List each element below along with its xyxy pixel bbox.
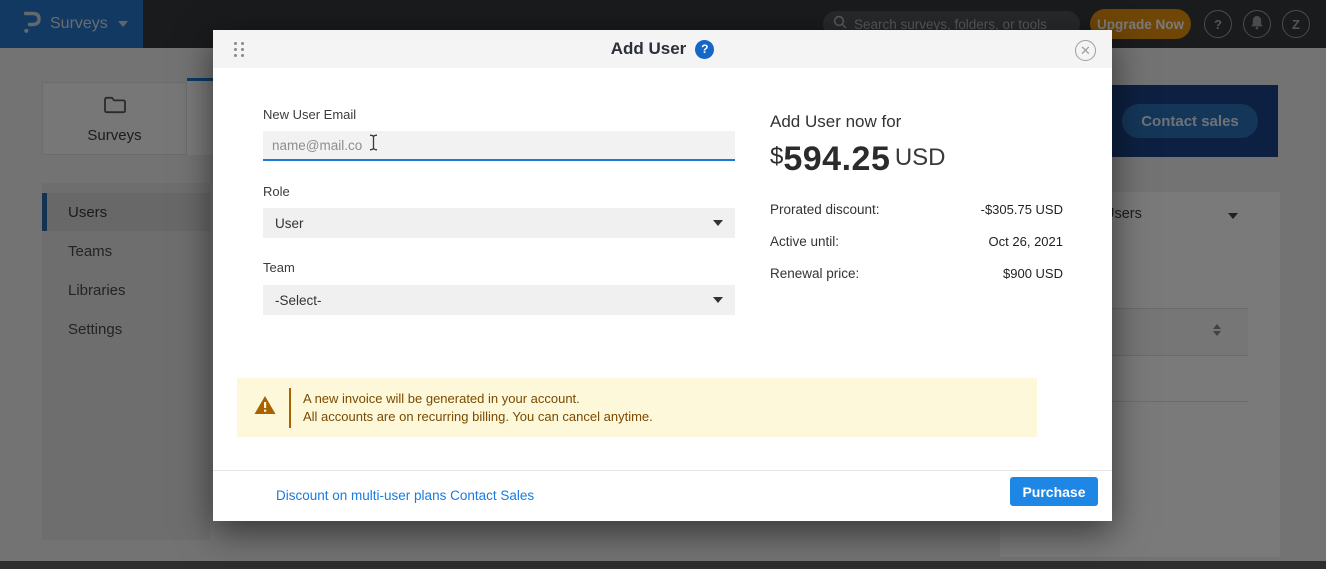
team-value: -Select-	[275, 293, 322, 308]
row-label: Active until:	[770, 234, 839, 249]
summary-heading: Add User now for	[770, 112, 901, 132]
email-field[interactable]	[272, 138, 362, 153]
modal-footer: Discount on multi-user plans Contact Sal…	[213, 470, 1112, 521]
warning-icon	[253, 394, 277, 421]
email-label: New User Email	[263, 107, 356, 122]
add-user-modal: Add User ? ✕ New User Email Role User Te…	[213, 30, 1112, 521]
row-value: Oct 26, 2021	[989, 234, 1063, 249]
warning-text: A new invoice will be generated in your …	[303, 390, 653, 426]
warning-divider	[289, 388, 291, 428]
team-label: Team	[263, 260, 295, 275]
chevron-down-icon	[713, 297, 723, 303]
price-amount: 594.25	[783, 140, 890, 178]
role-label: Role	[263, 184, 290, 199]
row-label: Renewal price:	[770, 266, 859, 281]
row-label: Prorated discount:	[770, 202, 880, 217]
purchase-button[interactable]: Purchase	[1010, 477, 1098, 506]
close-icon[interactable]: ✕	[1075, 40, 1096, 61]
modal-title: Add User	[611, 39, 687, 59]
contact-sales-link[interactable]: Discount on multi-user plans Contact Sal…	[276, 488, 534, 503]
row-value: $900 USD	[1003, 266, 1063, 281]
role-select[interactable]: User	[263, 208, 735, 238]
modal-header: Add User ?	[213, 30, 1112, 68]
price-total: $594.25 USD	[770, 140, 945, 179]
warning-line2: All accounts are on recurring billing. Y…	[303, 409, 653, 424]
currency-code: USD	[895, 144, 946, 171]
currency-symbol: $	[770, 143, 783, 170]
chevron-down-icon	[713, 220, 723, 226]
summary-row-prorated: Prorated discount: -$305.75 USD	[770, 202, 1063, 217]
summary-row-renewal: Renewal price: $900 USD	[770, 266, 1063, 281]
app-screen: Surveys Upgrade Now ? Z Surveys Contact …	[0, 0, 1326, 569]
row-value: -$305.75 USD	[981, 202, 1063, 217]
drag-handle-icon[interactable]	[234, 42, 244, 57]
role-value: User	[275, 216, 304, 231]
email-field-wrap	[263, 131, 735, 161]
invoice-warning: A new invoice will be generated in your …	[237, 378, 1037, 437]
summary-row-active-until: Active until: Oct 26, 2021	[770, 234, 1063, 249]
team-select[interactable]: -Select-	[263, 285, 735, 315]
warning-line1: A new invoice will be generated in your …	[303, 391, 580, 406]
text-cursor-icon	[368, 134, 379, 156]
modal-help-icon[interactable]: ?	[695, 40, 714, 59]
